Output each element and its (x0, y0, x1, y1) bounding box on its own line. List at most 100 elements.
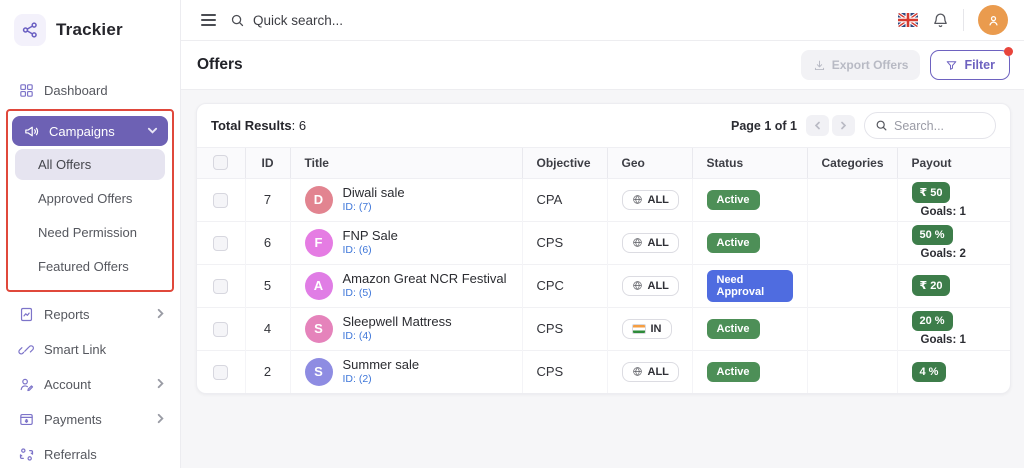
row-checkbox[interactable] (213, 364, 229, 380)
offer-categories (806, 178, 897, 221)
report-document-icon (18, 306, 35, 323)
geo-pill: ALL (621, 232, 679, 253)
offer-id-link[interactable]: ID: (7) (343, 201, 405, 214)
geo-label: ALL (647, 236, 669, 249)
table-search-input[interactable] (894, 118, 984, 133)
row-checkbox[interactable] (213, 278, 229, 294)
offer-objective: CPA (521, 178, 607, 221)
sidebar-item-label: Referrals (44, 446, 97, 462)
content: Total Results: 6 Page 1 of 1 Search... I… (181, 90, 1024, 468)
payout-badge: ₹ 20 (911, 275, 951, 296)
column-header-id: ID (244, 148, 290, 179)
quick-search-input[interactable] (253, 12, 553, 28)
filter-alert-dot (1004, 47, 1013, 56)
referrals-people-icon (18, 446, 35, 463)
campaigns-highlight-box: Campaigns All Offers Approved Offers Nee… (6, 109, 174, 292)
prev-page-button[interactable] (806, 115, 829, 136)
offer-id: 4 (244, 306, 290, 350)
status-badge: Need Approval (706, 269, 793, 302)
offers-table: ID Title Objective Geo Status Categories… (197, 148, 1010, 393)
payments-wallet-icon (18, 411, 35, 428)
sidebar-item-label: Reports (44, 306, 90, 322)
globe-icon (632, 367, 642, 376)
filter-label: Filter (964, 58, 995, 72)
table-row[interactable]: 7 D Diwali sale ID: (7) CPA ALL Active ₹… (197, 178, 1010, 221)
table-row[interactable]: 6 F FNP Sale ID: (6) CPS ALL Active 50 %… (197, 220, 1010, 264)
brand-name: Trackier (56, 20, 123, 39)
offer-title: Summer sale (342, 357, 420, 373)
row-checkbox[interactable] (213, 235, 229, 251)
link-icon (18, 341, 35, 358)
uk-flag-icon[interactable] (898, 13, 918, 27)
sidebar-item-smart-link[interactable]: Smart Link (0, 333, 180, 365)
account-person-icon (18, 376, 35, 393)
chevron-left-icon (814, 121, 820, 130)
geo-label: ALL (647, 193, 669, 206)
funnel-icon (947, 60, 957, 70)
offer-objective: CPS (521, 349, 607, 393)
topbar-right (898, 5, 1008, 35)
export-offers-label: Export Offers (831, 58, 909, 72)
sidebar-subitem-label: Approved Offers (38, 191, 133, 206)
offer-id: 6 (244, 220, 290, 264)
offer-id-link[interactable]: ID: (6) (343, 244, 398, 257)
sidebar-item-reports[interactable]: Reports (0, 298, 180, 330)
table-row[interactable]: 4 S Sleepwell Mattress ID: (4) CPS IN Ac… (197, 306, 1010, 350)
chevron-right-icon (155, 307, 166, 322)
card-header: Total Results: 6 Page 1 of 1 (197, 104, 1010, 148)
offer-title: Sleepwell Mattress (342, 313, 452, 329)
row-checkbox[interactable] (213, 321, 229, 337)
offer-avatar: D (304, 185, 333, 214)
bell-icon[interactable] (932, 12, 949, 29)
payout-badge: ₹ 50 (911, 181, 951, 203)
geo-pill: IN (621, 318, 672, 339)
sidebar-item-dashboard[interactable]: Dashboard (0, 74, 180, 106)
sidebar-subitem-label: Need Permission (38, 225, 137, 240)
offer-id-link[interactable]: ID: (2) (343, 373, 420, 386)
payout-badge: 50 % (911, 225, 953, 245)
sidebar-item-featured-offers[interactable]: Featured Offers (15, 251, 165, 282)
sidebar-subitem-label: Featured Offers (38, 259, 129, 274)
offer-title: Amazon Great NCR Festival (342, 270, 507, 286)
sidebar-item-label: Account (44, 376, 91, 392)
page-actions: Export Offers Filter (800, 47, 1013, 80)
search-icon (876, 120, 887, 131)
table-row[interactable]: 2 S Summer sale ID: (2) CPS ALL Active 4… (197, 349, 1010, 393)
pagination (806, 115, 855, 136)
geo-pill: ALL (621, 275, 679, 296)
total-results-value: : 6 (291, 118, 307, 133)
quick-search[interactable] (230, 12, 884, 28)
brand: Trackier (0, 8, 180, 60)
sidebar-item-need-permission[interactable]: Need Permission (15, 217, 165, 248)
search-icon (231, 14, 244, 26)
sidebar-item-approved-offers[interactable]: Approved Offers (15, 183, 165, 214)
table-row[interactable]: 5 A Amazon Great NCR Festival ID: (5) CP… (197, 263, 1010, 307)
payout-badge: 20 % (911, 311, 953, 331)
offer-avatar: S (304, 357, 333, 386)
offer-categories (806, 306, 897, 350)
table-header-row: ID Title Objective Geo Status Categories… (197, 148, 1010, 179)
offer-id-link[interactable]: ID: (5) (343, 287, 507, 300)
filter-button[interactable]: Filter (930, 47, 1013, 80)
next-page-button[interactable] (832, 115, 855, 136)
offer-categories (806, 263, 897, 307)
column-header-payout: Payout (896, 148, 1010, 179)
table-search[interactable] (864, 112, 996, 139)
main-area: Offers Export Offers Filter Total Result… (181, 0, 1024, 468)
row-checkbox[interactable] (213, 192, 229, 208)
offer-title: FNP Sale (342, 227, 398, 243)
sidebar-item-all-offers[interactable]: All Offers (15, 149, 165, 180)
hamburger-menu-icon[interactable] (201, 14, 216, 26)
person-icon (988, 15, 998, 25)
column-header-title: Title (289, 148, 522, 179)
sidebar-item-campaigns[interactable]: Campaigns (12, 116, 168, 146)
sidebar-item-referrals[interactable]: Referrals (0, 438, 180, 468)
user-avatar[interactable] (978, 5, 1008, 35)
sidebar-item-payments[interactable]: Payments (0, 403, 180, 435)
trackier-logo-icon (14, 14, 46, 46)
sidebar-item-account[interactable]: Account (0, 368, 180, 400)
status-badge: Active (706, 232, 760, 253)
offer-id-link[interactable]: ID: (4) (343, 330, 452, 343)
export-offers-button[interactable]: Export Offers (800, 50, 921, 80)
select-all-checkbox[interactable] (213, 155, 229, 171)
